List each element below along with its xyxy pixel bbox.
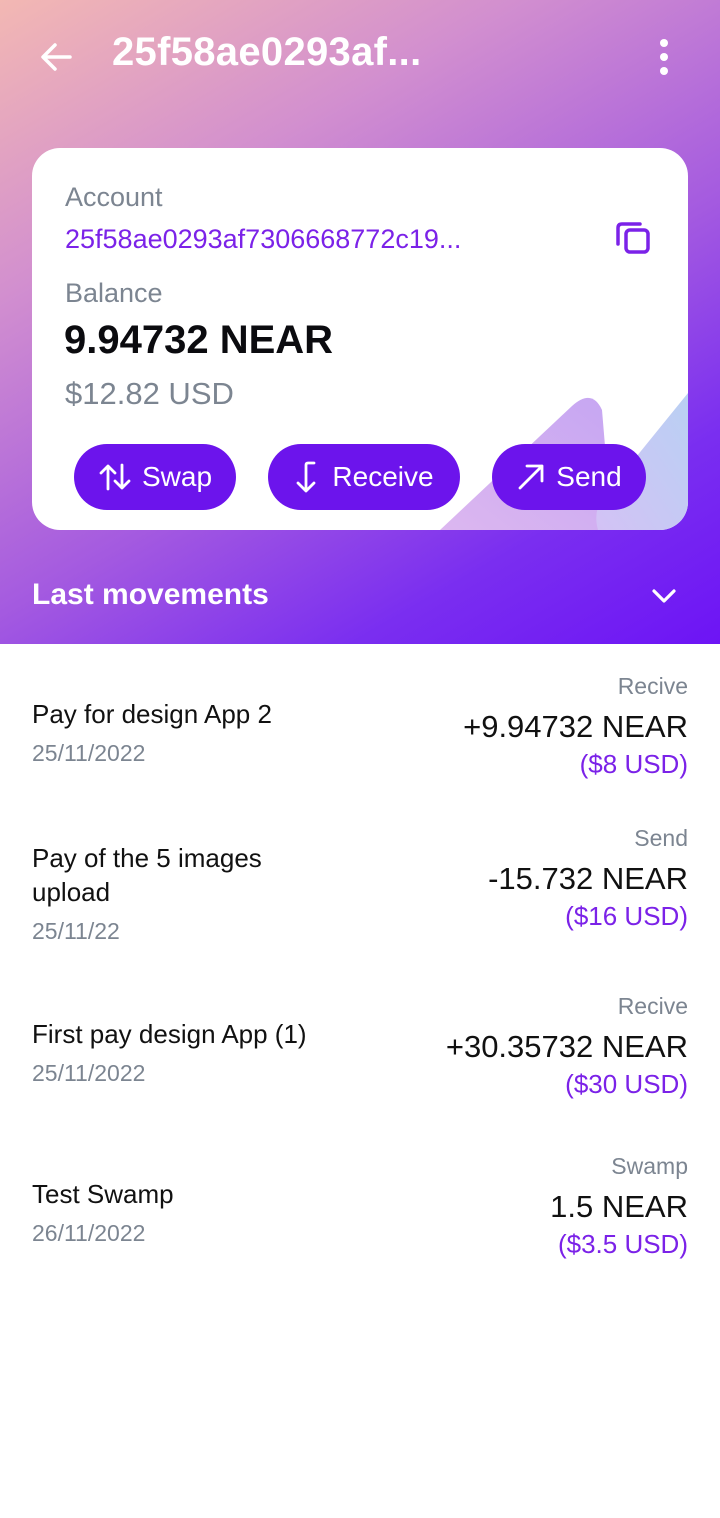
movement-usd: ($16 USD)	[565, 901, 688, 931]
copy-button[interactable]	[612, 216, 656, 260]
movement-type: Send	[634, 825, 688, 851]
balance-amount: 9.94732 NEAR	[64, 318, 334, 362]
receive-arrow-icon	[297, 461, 316, 493]
movement-item[interactable]: Recive Pay for design App 2 +9.94732 NEA…	[0, 660, 720, 800]
movement-item[interactable]: Send Pay of the 5 images upload -15.732 …	[0, 812, 720, 952]
more-options-button[interactable]	[644, 36, 684, 78]
movement-amount: +30.35732 NEAR	[445, 1029, 688, 1064]
more-vertical-icon	[660, 39, 668, 75]
arrow-left-icon	[41, 43, 72, 71]
movement-date: 26/11/2022	[32, 1220, 146, 1246]
movement-date: 25/11/2022	[32, 740, 146, 766]
copy-icon	[616, 222, 650, 254]
receive-button[interactable]: Receive	[268, 444, 460, 510]
send-button[interactable]: Send	[492, 444, 646, 510]
movement-amount: +9.94732 NEAR	[463, 709, 688, 744]
movement-item[interactable]: Swamp Test Swamp 1.5 NEAR 26/11/2022 ($3…	[0, 1140, 720, 1280]
movement-usd: ($3.5 USD)	[557, 1229, 688, 1259]
movement-title: Pay for design App 2	[32, 699, 272, 729]
collapse-button[interactable]	[646, 580, 682, 612]
balance-usd: $12.82 USD	[65, 376, 234, 411]
back-button[interactable]	[36, 36, 78, 78]
movement-title: Pay of the 5 images upload	[32, 843, 262, 907]
movement-date: 25/11/2022	[32, 1060, 146, 1086]
send-label: Send	[556, 461, 622, 492]
account-id: 25f58ae0293af7306668772c19...	[65, 224, 462, 254]
movement-item[interactable]: Recive First pay design App (1) +30.3573…	[0, 980, 720, 1120]
movement-title: Test Swamp	[32, 1179, 174, 1209]
receive-label: Receive	[332, 461, 434, 492]
movement-usd: ($30 USD)	[565, 1069, 688, 1099]
swap-label: Swap	[141, 461, 213, 492]
movement-usd: ($8 USD)	[579, 749, 688, 779]
section-title: Last movements	[32, 578, 269, 611]
movement-date: 25/11/22	[32, 918, 120, 944]
swap-arrows-icon	[99, 463, 131, 491]
movement-type: Recive	[617, 673, 688, 699]
top-app-bar: 25f58ae0293af...	[0, 0, 720, 112]
movement-type: Swamp	[611, 1153, 688, 1179]
chevron-down-icon	[652, 589, 676, 603]
balance-label: Balance	[65, 278, 163, 308]
page-title: 25f58ae0293af...	[112, 30, 422, 74]
movement-type: Recive	[617, 993, 688, 1019]
account-card: Account 25f58ae0293af7306668772c19... Ba…	[32, 148, 688, 530]
movement-title: First pay design App (1)	[32, 1019, 307, 1049]
send-arrow-icon	[518, 464, 544, 490]
account-label: Account	[65, 182, 163, 212]
movement-amount: 1.5 NEAR	[550, 1189, 688, 1224]
movement-amount: -15.732 NEAR	[488, 861, 688, 896]
swap-button[interactable]: Swap	[74, 444, 236, 510]
